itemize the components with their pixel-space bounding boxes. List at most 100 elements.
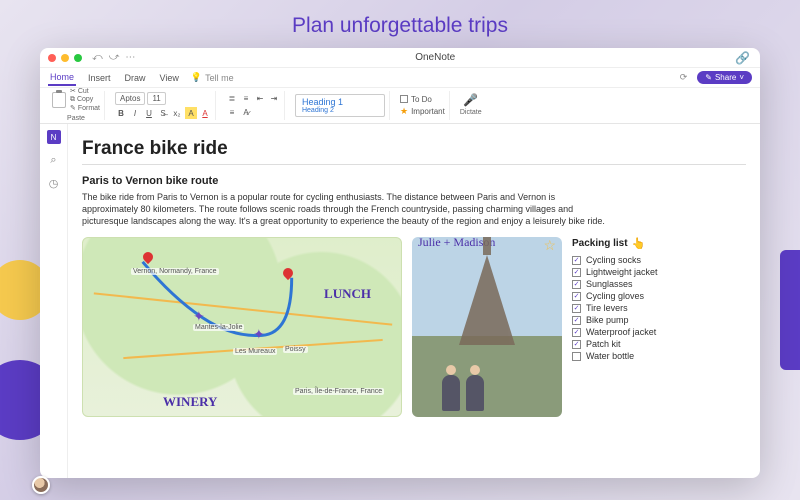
map-label: Vernon, Normandy, France [131,268,219,275]
subscript-button[interactable]: x₂ [171,107,183,119]
share-button[interactable]: ✎ Share ˅ [697,71,752,84]
section-heading[interactable]: Paris to Vernon bike route [82,175,746,187]
underline-button[interactable]: U [143,107,155,119]
divider [82,164,746,165]
tab-home[interactable]: Home [48,70,76,86]
bold-button[interactable]: B [115,107,127,119]
map-label: Poissy [283,346,308,353]
page-canvas[interactable]: France bike ride Paris to Vernon bike ro… [68,124,760,478]
checkbox-icon[interactable]: ✓ [572,268,581,277]
paste-label: Paste [52,115,100,123]
tell-me-search[interactable]: 💡Tell me [191,72,234,83]
ribbon: ✂ Cut ⧉ Copy ✎ Format Paste Aptos 11 B I… [40,88,760,124]
sync-icon[interactable]: ⟳ [680,72,688,83]
packing-item[interactable]: ✓ Waterproof jacket [572,326,742,338]
packing-item-label: Patch kit [586,339,621,349]
tag-important[interactable]: ★Important [400,106,445,117]
packing-item-label: Lightweight jacket [586,267,658,277]
cut-button[interactable]: ✂ Cut [70,88,100,96]
checkbox-icon[interactable]: ✓ [572,340,581,349]
packing-item[interactable]: ✓Sunglasses [572,278,742,290]
checkbox-icon[interactable]: ✓ [572,256,581,265]
hero-tagline: Plan unforgettable trips [0,0,800,48]
map-label: Paris, Île-de-France, France [293,388,384,395]
window-title: OneNote [135,52,735,63]
packing-list[interactable]: Packing list 👆 ✓ Cycling socks ✓ Lightweigh… [572,237,742,417]
clipboard-group: ✂ Cut ⧉ Copy ✎ Format Paste [48,91,105,120]
tab-draw[interactable]: Draw [123,71,148,85]
pointing-hand-icon: 👆 [632,237,646,250]
tab-view[interactable]: View [158,71,181,85]
styles-group: Heading 1 Heading 2 [291,91,390,120]
ink-annotation[interactable]: WINERY [163,394,217,410]
bulb-icon: 💡 [191,72,202,83]
font-name-select[interactable]: Aptos [115,92,145,105]
checkbox-icon[interactable]: ✓ [572,280,581,289]
font-group: Aptos 11 B I U S̶ x₂ A A [111,91,216,120]
search-icon[interactable]: ⌕ [50,154,56,167]
packing-item[interactable]: ✓Bike pump [572,314,742,326]
link-icon[interactable]: 🔗 [735,51,752,65]
ink-annotation[interactable]: LUNCH [324,286,371,302]
checkbox-icon[interactable]: ✓ [572,316,581,325]
undo-icon[interactable]: ⤺ [92,52,103,63]
paste-icon[interactable] [52,92,66,108]
user-avatar[interactable] [32,476,50,494]
map-label: Mantes-la-Jolie [193,324,244,331]
mic-icon[interactable]: 🎤 [460,93,482,107]
minimize-icon[interactable] [61,54,69,62]
packing-item-label: Cycling socks [586,255,641,265]
map-waypoint-star-icon: ✦ [193,308,205,325]
packing-item[interactable]: ✓ Lightweight jacket [572,266,742,278]
app-window: ⤺ ⤻ ⋯ OneNote 🔗 Home Insert Draw View 💡T… [40,48,760,478]
packing-list-title: Packing list [572,238,628,249]
highlight-button[interactable]: A [185,107,197,119]
map-waypoint-star-icon: ✦ [253,326,265,343]
packing-item[interactable]: Water bottle [572,350,742,362]
more-icon[interactable]: ⋯ [125,52,135,63]
redo-icon[interactable]: ⤻ [109,52,120,63]
packing-item-label: Cycling gloves [586,291,644,301]
packing-item-label: Waterproof jacket [586,327,656,337]
ink-star-icon: ☆ [543,237,556,254]
titlebar: ⤺ ⤻ ⋯ OneNote 🔗 [40,48,760,68]
indent-button[interactable]: ⇥ [268,93,280,105]
eiffel-tower-icon [459,255,515,345]
body-text[interactable]: The bike ride from Paris to Vernon is a … [82,191,612,227]
bullets-button[interactable]: ≣ [226,93,238,105]
font-size-select[interactable]: 11 [147,92,165,105]
clear-format-button[interactable]: A̷ [240,107,252,119]
numbering-button[interactable]: ≡ [240,93,252,105]
copy-button[interactable]: ⧉ Copy [70,96,100,104]
packing-item[interactable]: ✓ Patch kit [572,338,742,350]
checkbox-icon[interactable]: ✓ [572,328,581,337]
align-button[interactable]: ≡ [226,107,238,119]
photo-image[interactable]: Julie + Madison ☆ [412,237,562,417]
notebook-icon[interactable]: N [47,130,61,144]
left-rail: N ⌕ ◷ [40,124,68,478]
page-title[interactable]: France bike ride [82,138,746,160]
dictate-label[interactable]: Dictate [460,109,482,117]
map-label: Les Mureaux [233,348,277,355]
tags-group: To Do ★Important [396,91,450,120]
maximize-icon[interactable] [74,54,82,62]
checkbox-icon[interactable] [572,352,581,361]
packing-item[interactable]: ✓ Cycling gloves [572,290,742,302]
packing-item[interactable]: ✓Tire levers [572,302,742,314]
font-color-button[interactable]: A [199,107,211,119]
outdent-button[interactable]: ⇤ [254,93,266,105]
dictate-group: 🎤 Dictate [456,91,486,120]
recent-icon[interactable]: ◷ [49,177,59,190]
styles-gallery[interactable]: Heading 1 Heading 2 [295,94,385,117]
map-image[interactable]: ✦ ✦ Vernon, Normandy, France Mantes-la-J… [82,237,402,417]
strike-button[interactable]: S̶ [157,107,169,119]
format-painter-button[interactable]: ✎ Format [70,105,100,113]
italic-button[interactable]: I [129,107,141,119]
tab-insert[interactable]: Insert [86,71,113,85]
checkbox-icon[interactable]: ✓ [572,292,581,301]
packing-item-label: Water bottle [586,351,634,361]
tag-todo[interactable]: To Do [400,95,445,104]
packing-item[interactable]: ✓ Cycling socks [572,254,742,266]
close-icon[interactable] [48,54,56,62]
checkbox-icon[interactable]: ✓ [572,304,581,313]
